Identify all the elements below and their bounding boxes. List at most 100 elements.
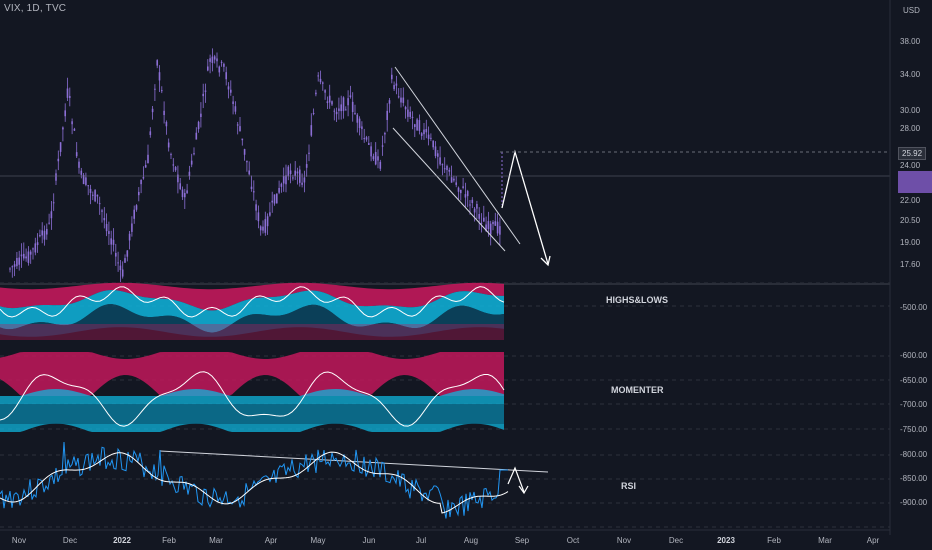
candle-body [453,178,455,181]
candle-body [119,265,122,271]
candle-body [457,187,460,192]
candle-body [94,190,96,202]
time-tick: Mar [818,536,832,545]
candle-body [328,95,331,103]
candle-body [407,109,409,117]
channel-upper-line[interactable] [394,66,521,245]
time-tick: Dec [668,536,684,545]
candle-body [48,222,50,224]
candle-body [34,243,37,253]
rsi-projection-arrow[interactable] [507,466,525,493]
candle-body [361,126,363,130]
candle-body [78,161,80,168]
candle-body [358,118,361,128]
candle-body [172,164,175,166]
time-tick: Apr [866,536,880,545]
candle-body [71,121,73,125]
time-tick: May [310,536,326,545]
candle-body [455,182,457,185]
price-tick: 30.00 [900,106,921,115]
price-tick: 34.00 [900,70,921,79]
candle-body [230,89,232,93]
candle-body [188,171,191,177]
candle-body [197,121,200,130]
candle-body [163,110,165,116]
candle-body [305,164,308,168]
candle-body [271,200,273,203]
highs-lows-label: HIGHS&LOWS [606,295,668,305]
osc-tick: -750.00 [900,425,928,434]
candle-body [52,202,55,204]
candle-body [92,194,94,196]
candle-body [156,60,158,66]
osc-tick: -900.00 [900,498,928,507]
time-tick: 2023 [717,536,735,545]
symbol-title[interactable]: VIX, 1D, TVC [4,3,66,14]
candle-body [487,221,490,230]
candle-body [27,251,30,263]
candle-body [50,211,53,219]
candle-body [149,131,152,135]
candle-body [363,138,365,140]
candle-body [303,177,306,183]
price-tick: 19.00 [900,238,921,247]
price-tick: 17.60 [900,260,921,269]
candle-body [393,85,395,90]
channel-lower-line[interactable] [392,127,506,252]
candle-body [356,114,359,123]
candle-body [225,72,227,80]
candle-body [202,93,204,97]
momenter-label: MOMENTER [611,385,664,395]
candle-body [264,219,267,233]
candle-body [179,183,181,190]
candle-body [13,264,16,267]
candle-body [365,137,368,140]
time-tick: Aug [463,536,479,545]
candle-body [469,204,471,206]
candle-body [75,152,78,157]
time-tick: Apr [264,536,278,545]
rsi-label: RSI [621,481,637,491]
candle-body [16,258,18,267]
candle-body [200,113,202,117]
candle-body [193,153,195,155]
candle-body [322,82,324,84]
candle-body [232,101,234,105]
candle-body [110,238,112,245]
candle-body [473,208,476,213]
candle-body [259,226,262,231]
candle-body [23,253,25,259]
candle-body [368,143,370,145]
rsi-line [0,441,508,519]
candle-body [20,254,23,257]
candle-body [236,124,239,126]
candle-body [142,177,145,179]
candle-body [379,161,382,169]
projection-arrow[interactable] [501,149,549,265]
candle-body [138,191,140,196]
candle-body [158,72,161,81]
bull-band-deep [0,404,504,424]
candle-body [411,116,414,118]
candle-body [257,212,260,222]
candle-body [326,101,329,103]
candle-body [121,269,124,277]
price-tick: 28.00 [900,124,921,133]
bear-band [0,352,504,396]
candle-body [315,92,317,95]
chart-canvas[interactable] [0,0,932,550]
candle-body [227,86,230,90]
osc-tick: -800.00 [900,450,928,459]
time-tick: Nov [11,536,27,545]
candle-body [404,106,407,110]
candle-body [372,156,375,160]
candle-body [144,164,147,168]
candle-body [255,204,257,211]
candle-body [211,56,214,63]
candle-body [213,56,216,60]
candle-body [11,266,14,268]
candle-body [289,170,292,175]
candle-body [18,257,20,265]
candle-body [241,138,244,141]
candle-body [347,98,349,106]
